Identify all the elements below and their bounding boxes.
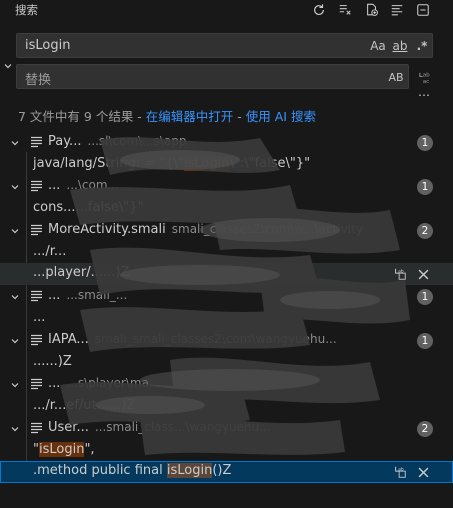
file-name: ... ...\com...: [48, 178, 119, 193]
svg-text:ab: ab: [398, 466, 404, 472]
regex-toggle[interactable]: .*: [414, 37, 430, 55]
match-count-badge: 1: [417, 179, 433, 195]
match-text: ...: [33, 310, 46, 325]
match-count-badge: 1: [417, 289, 433, 305]
match-count-badge: 1: [417, 333, 433, 349]
chevron-down-icon[interactable]: [8, 290, 22, 304]
chevron-down-icon[interactable]: [8, 422, 22, 436]
replace-match-icon[interactable]: ab: [392, 266, 408, 282]
search-input-value: isLogin: [25, 38, 71, 53]
match-text: "isLogin",: [33, 442, 95, 457]
results-summary: 7 文件中有 9 个结果 - 在编辑器中打开 - 使用 AI 搜索: [18, 106, 316, 125]
new-search-editor-icon[interactable]: [363, 1, 381, 19]
match-count-badge: 2: [417, 421, 433, 437]
svg-text:ab: ab: [422, 72, 429, 78]
file-name: Pay... ...sl\com\...s\app: [48, 134, 187, 149]
ai-search-link[interactable]: 使用 AI 搜索: [246, 109, 316, 124]
results-count-text: 7 文件中有 9 个结果 -: [18, 109, 146, 124]
dismiss-match-icon[interactable]: [415, 464, 431, 480]
chevron-down-icon[interactable]: [8, 224, 22, 238]
dismiss-match-icon[interactable]: [415, 266, 431, 282]
file-row[interactable]: MoreActivity.smali smali_classes2\com\w..…: [0, 220, 453, 242]
file-name: MoreActivity.smali smali_classes2\com\w..…: [48, 222, 363, 237]
file-lines-icon: [31, 334, 42, 346]
replace-match-icon[interactable]: ab: [392, 464, 408, 480]
file-lines-icon: [31, 136, 42, 148]
search-view-header: 搜索: [0, 0, 453, 22]
match-row[interactable]: "isLogin",: [0, 440, 453, 462]
file-row[interactable]: ... ...\com... 1: [0, 176, 453, 198]
match-row[interactable]: ......)Z: [0, 352, 453, 374]
file-row[interactable]: Pay... ...sl\com\...s\app 1: [0, 132, 453, 154]
chevron-down-icon[interactable]: [8, 136, 22, 150]
file-lines-icon: [31, 290, 42, 302]
file-row[interactable]: ... ...smali_... 1: [0, 286, 453, 308]
file-lines-icon: [31, 224, 42, 236]
replace-placeholder: 替换: [25, 73, 52, 88]
preserve-case-toggle[interactable]: AB: [387, 68, 405, 86]
toggle-replace-chevron-icon[interactable]: [2, 60, 14, 72]
match-case-toggle[interactable]: Aa: [369, 37, 387, 55]
more-options-icon[interactable]: ⋯: [416, 89, 432, 102]
file-name: User... ...smali_class...\wangyuehu...: [48, 420, 271, 435]
match-row[interactable]: cons......false\"}": [0, 198, 453, 220]
match-row[interactable]: .../r...ef/ut......)Z: [0, 396, 453, 418]
file-row[interactable]: ......s\player\ma... 1: [0, 374, 453, 396]
match-row[interactable]: ...player/......)Z ab: [0, 263, 453, 285]
file-name: ... ...smali_...: [48, 288, 128, 303]
file-lines-icon: [31, 378, 42, 390]
file-row[interactable]: IAPA... smali_smali_classes2\com\wangyueh…: [0, 330, 453, 352]
collapse-all-icon[interactable]: [414, 1, 432, 19]
match-row[interactable]: .../r...: [0, 242, 453, 264]
match-text: ...player/......)Z: [33, 265, 130, 280]
match-text: ......)Z: [33, 354, 72, 369]
search-input[interactable]: isLogin Aa ab .*: [16, 33, 433, 58]
clear-results-icon[interactable]: [336, 1, 354, 19]
svg-text:ac: ac: [422, 79, 429, 85]
match-text: .../r...: [33, 244, 67, 259]
file-lines-icon: [31, 180, 42, 192]
chevron-down-icon[interactable]: [8, 180, 22, 194]
match-text: .../r...ef/ut......)Z: [33, 398, 136, 413]
match-text: cons......false\"}": [33, 200, 144, 215]
summary-separator: -: [233, 109, 246, 124]
replace-all-icon[interactable]: ab ac: [416, 68, 434, 86]
file-lines-icon: [31, 422, 42, 434]
chevron-down-icon[interactable]: [8, 378, 22, 392]
match-count-badge: 1: [417, 135, 433, 151]
svg-text:ab: ab: [398, 268, 404, 274]
view-title: 搜索: [15, 3, 38, 17]
view-as-tree-icon[interactable]: [388, 1, 406, 19]
match-row[interactable]: ...: [0, 308, 453, 330]
match-count-badge: 2: [417, 223, 433, 239]
match-text: java/lang/String; = "{\"isLogin\":\"fals…: [33, 156, 311, 171]
refresh-icon[interactable]: [310, 1, 328, 19]
replace-input[interactable]: 替换 AB: [16, 64, 409, 89]
match-row[interactable]: java/lang/String; = "{\"isLogin\":\"fals…: [0, 154, 453, 176]
open-in-editor-link[interactable]: 在编辑器中打开: [146, 109, 234, 124]
file-name: IAPA... smali_smali_classes2\com\wangyueh…: [48, 332, 337, 347]
match-text: .method public final isLogin()Z: [33, 463, 232, 478]
file-row[interactable]: User... ...smali_class...\wangyuehu... 2: [0, 418, 453, 440]
match-row-selected[interactable]: .method public final isLogin()Z ab: [0, 461, 453, 483]
whole-word-toggle[interactable]: ab: [391, 37, 409, 55]
chevron-down-icon[interactable]: [8, 334, 22, 348]
file-name: ... ...s\player\ma...: [48, 376, 161, 391]
